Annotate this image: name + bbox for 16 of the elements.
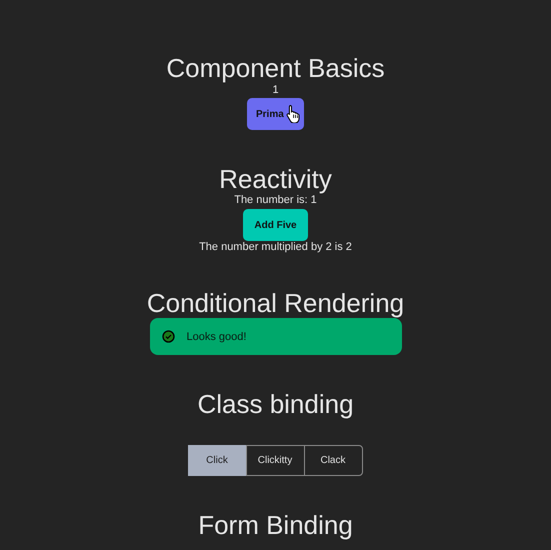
section-heading: Reactivity (219, 164, 332, 194)
segment-button[interactable]: Click (188, 445, 246, 476)
add-five-button[interactable]: Add Five (243, 209, 308, 241)
segment-button[interactable]: Clickitty (246, 445, 304, 476)
primary-button[interactable]: Prima (247, 98, 304, 130)
section-heading: Class binding (197, 389, 354, 419)
number-text: The number is: 1 (234, 194, 317, 206)
pointer-cursor-icon (286, 104, 301, 123)
alert-message: Looks good! (186, 330, 246, 342)
section-heading: Component Basics (166, 53, 385, 83)
segment-button[interactable]: Clack (304, 445, 362, 476)
counter-value: 1 (272, 84, 279, 96)
section-heading: Conditional Rendering (146, 288, 404, 318)
result-text: The number multiplied by 2 is 2 (199, 241, 352, 253)
section-heading: Form Binding (198, 510, 353, 540)
check-circle-icon (162, 330, 174, 343)
